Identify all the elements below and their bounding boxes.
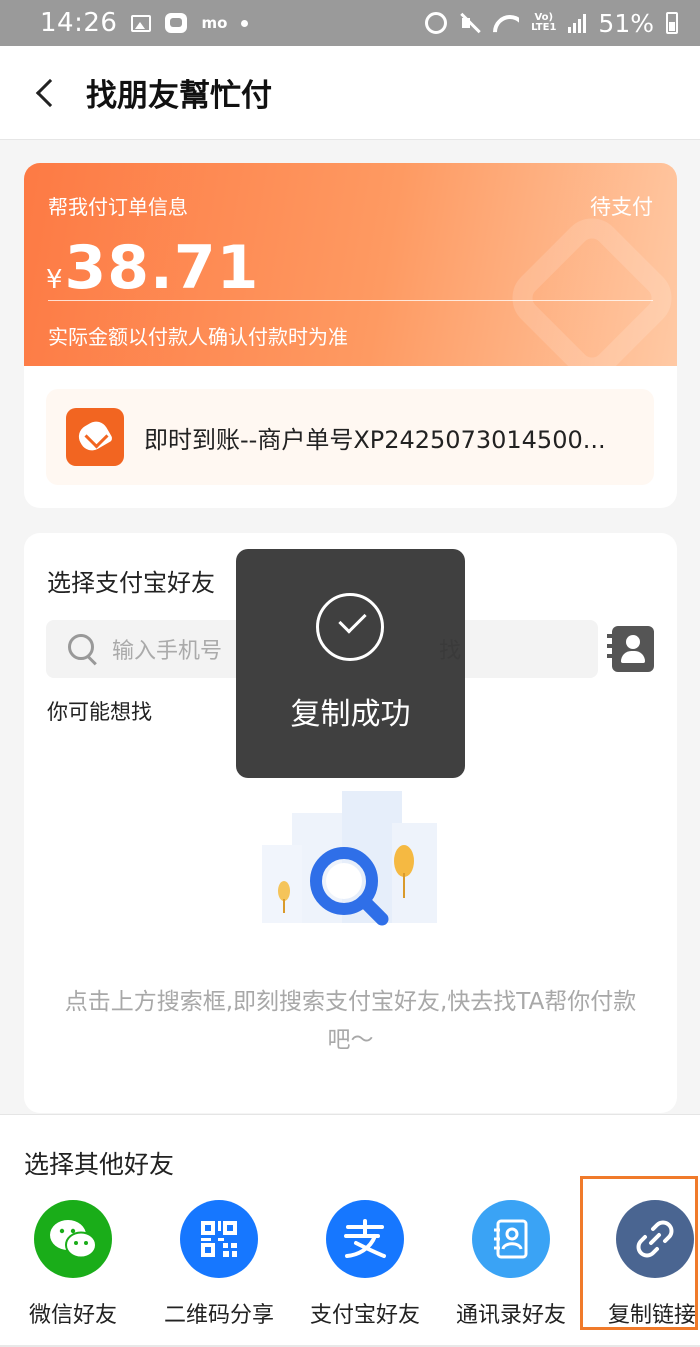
chevron-left-icon [35, 78, 65, 107]
share-qrcode-button[interactable]: 二维码分享 [146, 1200, 292, 1345]
navigation-bar: 找朋友幫忙付 [0, 46, 700, 140]
merchant-row: 即时到账--商户单号XP2425073014500... [46, 389, 654, 485]
alipay-icon [326, 1200, 404, 1278]
decorative-heart-icon [500, 206, 677, 390]
contacts-person-body [621, 651, 645, 663]
share-label: 复制链接 [608, 1303, 697, 1328]
page-title: 找朋友幫忙付 [86, 78, 272, 114]
mo-notification-icon: mo [201, 14, 228, 32]
empty-state-text: 点击上方搜索框,即刻搜索支付宝好友,快去找TA帮你付款吧～ [64, 989, 637, 1053]
order-status-badge: 待支付 [590, 195, 653, 219]
empty-search-illustration [262, 791, 437, 926]
share-label: 二维码分享 [163, 1303, 274, 1328]
status-time: 14:26 [40, 8, 118, 38]
battery-icon [666, 12, 678, 34]
battery-percentage: 51% [598, 8, 654, 38]
currency-symbol: ¥ [46, 265, 63, 295]
wifi-icon [493, 13, 519, 33]
contacts-book-button[interactable] [607, 626, 654, 672]
order-header: 帮我付订单信息 待支付 ¥ 38.71 实际金额以付款人确认付款时为准 [24, 163, 677, 390]
share-label: 通讯录好友 [455, 1303, 566, 1328]
search-icon [68, 634, 98, 664]
merchant-heart-hand-icon [66, 408, 124, 466]
gallery-notification-icon [131, 14, 152, 32]
share-contacts-button[interactable]: 通讯录好友 [438, 1200, 584, 1345]
qr-code-icon [180, 1200, 258, 1278]
contacts-book-icon [472, 1200, 550, 1278]
order-amount: ¥ 38.71 [46, 233, 259, 303]
copy-link-button[interactable]: 复制链接 [584, 1200, 700, 1345]
share-wechat-button[interactable]: 微信好友 [0, 1200, 146, 1345]
toast-text: 复制成功 [290, 697, 411, 732]
app-notification-icon [165, 13, 188, 33]
divider [48, 300, 653, 301]
contacts-person-icon [626, 635, 640, 649]
share-label: 微信好友 [28, 1303, 117, 1328]
mute-icon [459, 12, 481, 34]
status-bar: 14:26 mo Vo) LTE1 51% [0, 0, 700, 46]
share-alipay-friend-button[interactable]: 支付宝好友 [292, 1200, 438, 1345]
merchant-order-number: 即时到账--商户单号XP2425073014500... [144, 425, 606, 454]
order-info-label: 帮我付订单信息 [48, 195, 188, 219]
suggestions-label: 你可能想找 [47, 700, 152, 724]
order-info-card: 帮我付订单信息 待支付 ¥ 38.71 实际金额以付款人确认付款时为准 即时到账… [24, 163, 677, 508]
amount-value: 38.71 [64, 233, 260, 303]
share-sheet-title: 选择其他好友 [24, 1150, 175, 1179]
wechat-icon [34, 1200, 112, 1278]
copy-success-toast: 复制成功 [236, 549, 465, 778]
friend-section-title: 选择支付宝好友 [47, 569, 215, 597]
more-notifications-dot-icon [241, 19, 249, 27]
share-sheet: 选择其他好友 微信好友 二维码分享 支付宝好友 通讯录好友 复制链接 [0, 1114, 700, 1347]
back-button[interactable] [0, 46, 90, 140]
signal-icon [568, 13, 587, 33]
alarm-icon [425, 12, 448, 34]
lte-icon: Vo) LTE1 [531, 12, 557, 33]
check-circle-icon [316, 593, 384, 661]
amount-note: 实际金额以付款人确认付款时为准 [48, 325, 348, 349]
share-label: 支付宝好友 [309, 1303, 420, 1328]
link-icon [616, 1200, 694, 1278]
